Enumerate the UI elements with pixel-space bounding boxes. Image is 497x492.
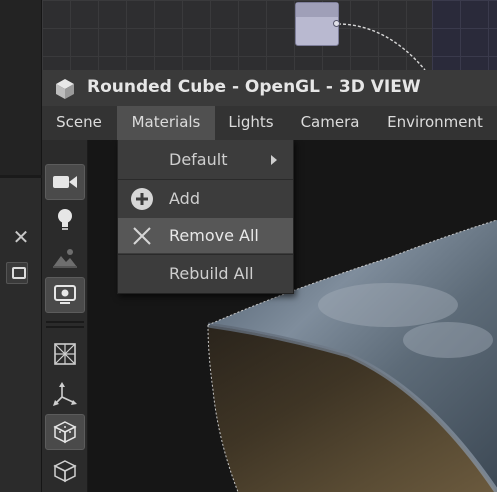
shaded-cube-icon xyxy=(53,421,77,444)
menu-item-label: Rebuild All xyxy=(169,264,254,283)
close-icon xyxy=(133,227,151,245)
environment-icon xyxy=(53,249,77,268)
axes-button[interactable] xyxy=(45,376,85,412)
lights-button[interactable] xyxy=(45,202,85,238)
window-title: Rounded Cube - OpenGL - 3D VIEW xyxy=(87,77,421,97)
left-panel-top xyxy=(0,0,42,175)
environment-button[interactable] xyxy=(45,240,85,276)
3d-view-window: Rounded Cube - OpenGL - 3D VIEW Scene Ma… xyxy=(42,70,497,492)
close-icon[interactable]: ✕ xyxy=(10,226,32,248)
menu-item-label: Remove All xyxy=(169,226,259,245)
app-root: ✕ Rounded Cube - OpenGL - 3D VIEW Scene … xyxy=(0,0,497,492)
axes-icon xyxy=(53,382,77,406)
menu-separator xyxy=(118,179,293,180)
wireframe-sphere-icon xyxy=(54,343,76,365)
plus-circle-icon xyxy=(131,188,153,210)
camera-button[interactable] xyxy=(45,164,85,200)
menu-lights[interactable]: Lights xyxy=(220,106,282,140)
menu-item-rebuild-all[interactable]: Rebuild All xyxy=(118,256,293,291)
screen-icon[interactable] xyxy=(6,262,28,284)
display-settings-icon xyxy=(54,285,76,304)
window-titlebar[interactable]: Rounded Cube - OpenGL - 3D VIEW xyxy=(42,70,497,106)
shaded-cube-button[interactable] xyxy=(45,414,85,450)
wireframe-sphere-button[interactable] xyxy=(45,336,85,372)
toolbar-divider xyxy=(46,326,84,328)
node-connection-wire xyxy=(337,23,426,70)
menu-item-label: Default xyxy=(169,150,228,169)
chevron-right-icon xyxy=(271,155,277,165)
menu-environment[interactable]: Environment xyxy=(380,106,490,140)
menu-item-default[interactable]: Default xyxy=(118,142,293,177)
wireframe-cube-button[interactable] xyxy=(45,453,85,489)
cube-icon xyxy=(56,79,74,99)
menu-separator xyxy=(118,254,293,255)
menu-item-remove-all[interactable]: Remove All xyxy=(118,218,293,253)
menu-item-add[interactable]: Add xyxy=(118,181,293,216)
toolbar-divider xyxy=(46,321,84,323)
menubar: Scene Materials Lights Camera Environmen… xyxy=(42,106,497,140)
3d-viewport[interactable]: Default Add Remove All Rebuild All xyxy=(42,140,497,492)
menu-camera[interactable]: Camera xyxy=(292,106,368,140)
camera-icon xyxy=(53,176,77,188)
viewport-toolbar xyxy=(42,140,88,492)
menu-materials[interactable]: Materials xyxy=(117,106,215,140)
lightbulb-icon xyxy=(58,209,72,230)
node-output-port[interactable] xyxy=(333,20,340,27)
wireframe-cube-icon xyxy=(53,460,77,483)
materials-dropdown-menu: Default Add Remove All Rebuild All xyxy=(117,140,294,294)
display-settings-button[interactable] xyxy=(45,277,85,313)
menu-item-label: Add xyxy=(169,189,200,208)
menu-scene[interactable]: Scene xyxy=(46,106,112,140)
